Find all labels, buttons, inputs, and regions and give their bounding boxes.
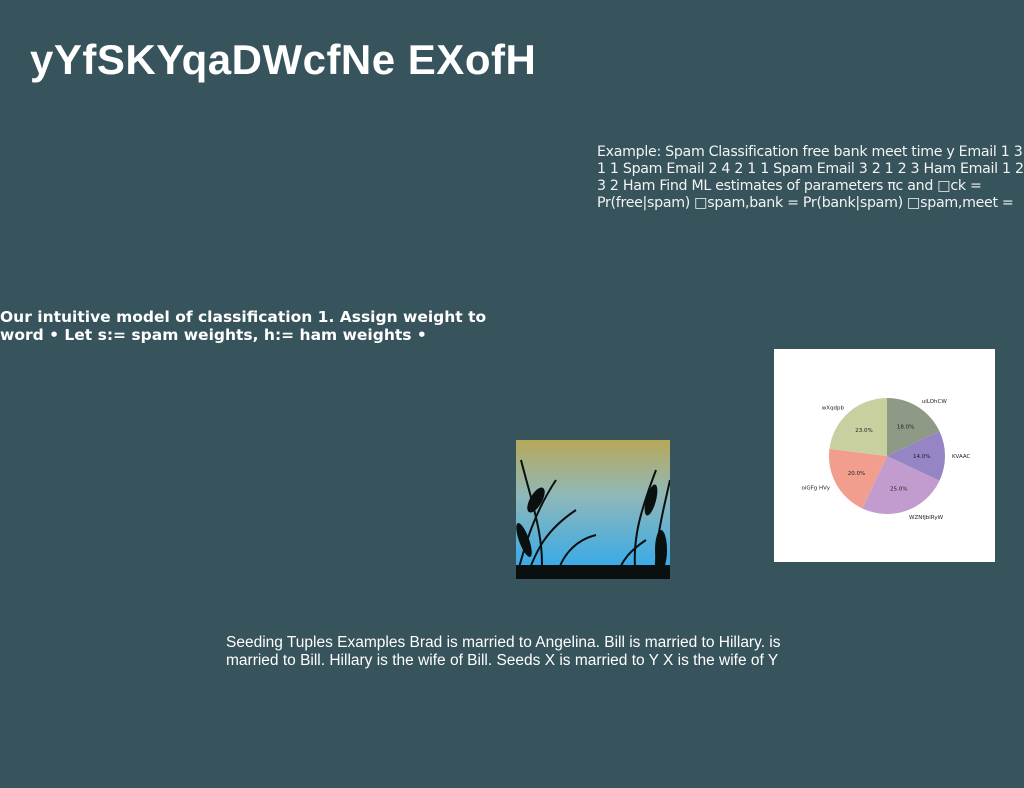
pie-legend-label: KVAAC <box>952 454 971 460</box>
spam-example-text: Example: Spam Classification free bank m… <box>597 144 1024 211</box>
pie-legend-label: wXqdpb <box>822 405 845 411</box>
reeds-photo <box>516 440 670 579</box>
pie-legend-label: WZNfjblRyW <box>909 515 944 521</box>
pie-pct-label: 23.0% <box>855 428 872 434</box>
seeding-tuples-text: Seeding Tuples Examples Brad is married … <box>226 634 781 669</box>
pie-pct-label: 20.0% <box>848 471 865 477</box>
pie-pct-label: 25.0% <box>890 487 907 493</box>
pie-chart: 18.0% uiLOhCW 14.0% KVAAC 25.0% WZNfjblRyW 20.… <box>774 349 995 562</box>
pie-pct-label: 18.0% <box>897 425 914 431</box>
pie-legend-label: oiGFg HVy <box>801 485 830 491</box>
pie-pct-label: 14.0% <box>913 454 930 460</box>
pie-legend-label: uiLOhCW <box>922 399 948 405</box>
page-title: yYfSKYqaDWcfNe EXofH <box>30 36 537 83</box>
classification-model-text: Our intuitive model of classification 1.… <box>0 308 487 344</box>
